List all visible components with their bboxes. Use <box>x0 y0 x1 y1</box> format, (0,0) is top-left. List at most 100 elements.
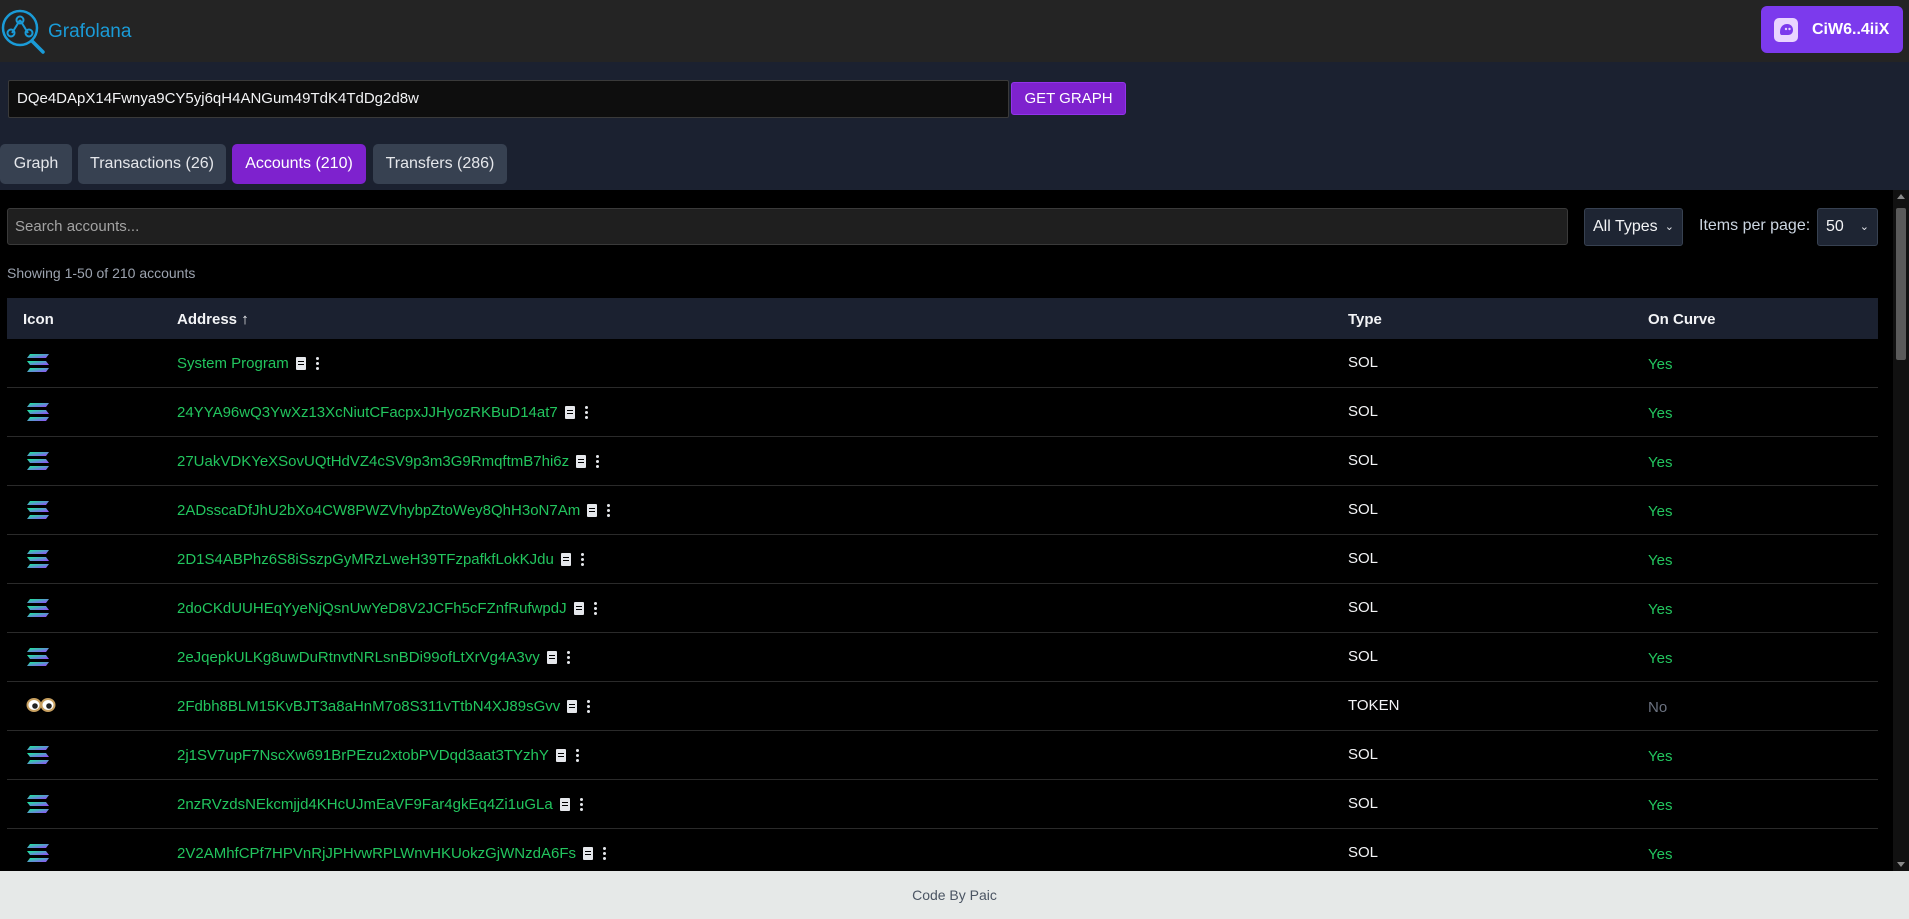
account-address[interactable]: 2doCKdUUHEqYyeNjQsnUwYeD8V2JCFh5cFZnfRuf… <box>177 600 597 617</box>
on-curve-value: Yes <box>1648 454 1673 471</box>
account-address[interactable]: 24YYA96wQ3YwXz13XcNiutCFacpxJJHyozRKBuD1… <box>177 404 588 421</box>
items-per-page-select[interactable]: 50 ⌄ <box>1817 208 1878 246</box>
address-link[interactable]: 2D1S4ABPhz6S8iSszpGyMRzLweH39TFzpafkfLok… <box>177 551 554 568</box>
account-address[interactable]: 2V2AMhfCPf7HPVnRjJPHvwRPLWnvHKUokzGjWNzd… <box>177 845 606 862</box>
wallet-button[interactable]: CiW6..4iiX <box>1761 6 1903 53</box>
table-row: 2V2AMhfCPf7HPVnRjJPHvwRPLWnvHKUokzGjWNzd… <box>7 829 1878 871</box>
table-row: 2j1SV7upF7NscXw691BrPEzu2xtobPVDqd3aat3T… <box>7 731 1878 780</box>
table-row: 2ADsscaDfJhU2bXo4CW8PWZVhybpZtoWey8QhH3o… <box>7 486 1878 535</box>
tab-bar: Graph Transactions (26) Accounts (210) T… <box>0 138 1909 190</box>
col-icon: Icon <box>23 311 54 328</box>
table-row: 2D1S4ABPhz6S8iSszpGyMRzLweH39TFzpafkfLok… <box>7 535 1878 584</box>
copy-clipboard-icon[interactable] <box>576 455 587 468</box>
table-row: 2doCKdUUHEqYyeNjQsnUwYeD8V2JCFh5cFZnfRuf… <box>7 584 1878 633</box>
tab-accounts[interactable]: Accounts (210) <box>232 144 366 184</box>
col-on-curve[interactable]: On Curve <box>1648 311 1716 328</box>
more-options-icon[interactable] <box>607 504 611 517</box>
graph-address-input[interactable]: DQe4DApX14Fwnya9CY5yj6qH4ANGum49TdK4TdDg… <box>8 80 1009 118</box>
address-link[interactable]: 27UakVDKYeXSovUQtHdVZ4cSV9p3m3G9RmqftmB7… <box>177 453 569 470</box>
more-options-icon[interactable] <box>575 749 579 762</box>
account-address[interactable]: 2j1SV7upF7NscXw691BrPEzu2xtobPVDqd3aat3T… <box>177 747 579 764</box>
address-link[interactable]: 2Fdbh8BLM15KvBJT3a8aHnM7o8S311vTtbN4XJ89… <box>177 698 560 715</box>
copy-clipboard-icon[interactable] <box>567 700 578 713</box>
items-per-page-value: 50 <box>1826 218 1844 235</box>
copy-clipboard-icon[interactable] <box>559 798 570 811</box>
account-type: SOL <box>1348 648 1379 665</box>
more-options-icon[interactable] <box>566 651 570 664</box>
on-curve-value: Yes <box>1648 601 1673 618</box>
more-options-icon[interactable] <box>584 406 588 419</box>
copy-clipboard-icon[interactable] <box>546 651 557 664</box>
scroll-up-arrow-icon[interactable] <box>1897 194 1905 199</box>
results-count: Showing 1-50 of 210 accounts <box>7 265 196 281</box>
on-curve-value: Yes <box>1648 797 1673 814</box>
scrollbar[interactable] <box>1893 190 1909 871</box>
solana-icon <box>26 549 50 573</box>
on-curve-value: Yes <box>1648 552 1673 569</box>
copy-clipboard-icon[interactable] <box>583 847 593 860</box>
solana-icon <box>26 353 50 377</box>
chevron-down-icon: ⌄ <box>1859 221 1869 233</box>
on-curve-value: Yes <box>1648 356 1673 373</box>
solana-icon <box>26 843 50 867</box>
copy-clipboard-icon[interactable] <box>587 504 598 517</box>
address-link[interactable]: 2eJqepkULKg8uwDuRtnvtNRLsnBDi99ofLtXrVg4… <box>177 649 540 666</box>
address-link[interactable]: 24YYA96wQ3YwXz13XcNiutCFacpxJJHyozRKBuD1… <box>177 404 558 421</box>
get-graph-button[interactable]: GET GRAPH <box>1011 82 1126 115</box>
copy-clipboard-icon[interactable] <box>564 406 575 419</box>
table-row: 2Fdbh8BLM15KvBJT3a8aHnM7o8S311vTtbN4XJ89… <box>7 682 1878 731</box>
more-options-icon[interactable] <box>603 847 606 860</box>
address-link[interactable]: 2j1SV7upF7NscXw691BrPEzu2xtobPVDqd3aat3T… <box>177 747 549 764</box>
on-curve-value: Yes <box>1648 748 1673 765</box>
copy-clipboard-icon[interactable] <box>573 602 584 615</box>
account-type: SOL <box>1348 795 1379 812</box>
address-link[interactable]: 2V2AMhfCPf7HPVnRjJPHvwRPLWnvHKUokzGjWNzd… <box>177 845 576 862</box>
address-link[interactable]: 2nzRVzdsNEkcmjjd4KHcUJmEaVF9Far4gkEq4Zi1… <box>177 796 553 813</box>
more-options-icon[interactable] <box>596 455 600 468</box>
solana-icon <box>26 647 50 671</box>
address-link[interactable]: 2doCKdUUHEqYyeNjQsnUwYeD8V2JCFh5cFZnfRuf… <box>177 600 567 617</box>
col-type[interactable]: Type <box>1348 311 1382 328</box>
account-address[interactable]: 2Fdbh8BLM15KvBJT3a8aHnM7o8S311vTtbN4XJ89… <box>177 698 591 715</box>
account-type: SOL <box>1348 599 1379 616</box>
account-address[interactable]: 2eJqepkULKg8uwDuRtnvtNRLsnBDi99ofLtXrVg4… <box>177 649 570 666</box>
tab-transactions[interactable]: Transactions (26) <box>78 144 226 184</box>
tab-transfers[interactable]: Transfers (286) <box>373 144 507 184</box>
address-link[interactable]: System Program <box>177 355 289 372</box>
copy-clipboard-icon[interactable] <box>555 749 566 762</box>
footer: Code By Paic <box>0 871 1909 919</box>
accounts-table: Icon Address ↑ Type On Curve System Prog… <box>7 298 1878 871</box>
col-address[interactable]: Address ↑ <box>177 311 249 328</box>
solana-icon <box>26 598 50 622</box>
more-options-icon[interactable] <box>587 700 591 713</box>
on-curve-value: Yes <box>1648 846 1673 863</box>
on-curve-value: No <box>1648 699 1668 716</box>
account-address[interactable]: 2D1S4ABPhz6S8iSszpGyMRzLweH39TFzpafkfLok… <box>177 551 584 568</box>
account-address[interactable]: 2ADsscaDfJhU2bXo4CW8PWZVhybpZtoWey8QhH3o… <box>177 502 611 519</box>
accounts-search-input[interactable]: Search accounts... <box>7 208 1568 245</box>
tab-graph[interactable]: Graph <box>0 144 72 184</box>
type-filter-select[interactable]: All Types ⌄ <box>1584 208 1683 246</box>
more-options-icon[interactable] <box>315 357 319 370</box>
address-link[interactable]: 2ADsscaDfJhU2bXo4CW8PWZVhybpZtoWey8QhH3o… <box>177 502 580 519</box>
more-options-icon[interactable] <box>593 602 597 615</box>
on-curve-value: Yes <box>1648 503 1673 520</box>
more-options-icon[interactable] <box>580 553 584 566</box>
copy-clipboard-icon[interactable] <box>560 553 571 566</box>
scrollbar-thumb[interactable] <box>1896 208 1906 360</box>
app-logo[interactable]: Grafolana <box>0 4 131 59</box>
table-row: 2nzRVzdsNEkcmjjd4KHcUJmEaVF9Far4gkEq4Zi1… <box>7 780 1878 829</box>
app-name: Grafolana <box>48 20 132 42</box>
account-type: SOL <box>1348 403 1379 420</box>
graph-search-logo-icon <box>0 4 46 59</box>
scroll-down-arrow-icon[interactable] <box>1897 862 1905 867</box>
account-address[interactable]: 27UakVDKYeXSovUQtHdVZ4cSV9p3m3G9RmqftmB7… <box>177 453 600 470</box>
more-options-icon[interactable] <box>579 798 583 811</box>
copy-clipboard-icon[interactable] <box>295 357 306 370</box>
account-address[interactable]: 2nzRVzdsNEkcmjjd4KHcUJmEaVF9Far4gkEq4Zi1… <box>177 796 583 813</box>
account-address[interactable]: System Program <box>177 355 319 372</box>
app-header: Grafolana CiW6..4iiX <box>0 0 1909 62</box>
account-type: SOL <box>1348 501 1379 518</box>
chevron-down-icon: ⌄ <box>1664 221 1674 233</box>
on-curve-value: Yes <box>1648 650 1673 667</box>
